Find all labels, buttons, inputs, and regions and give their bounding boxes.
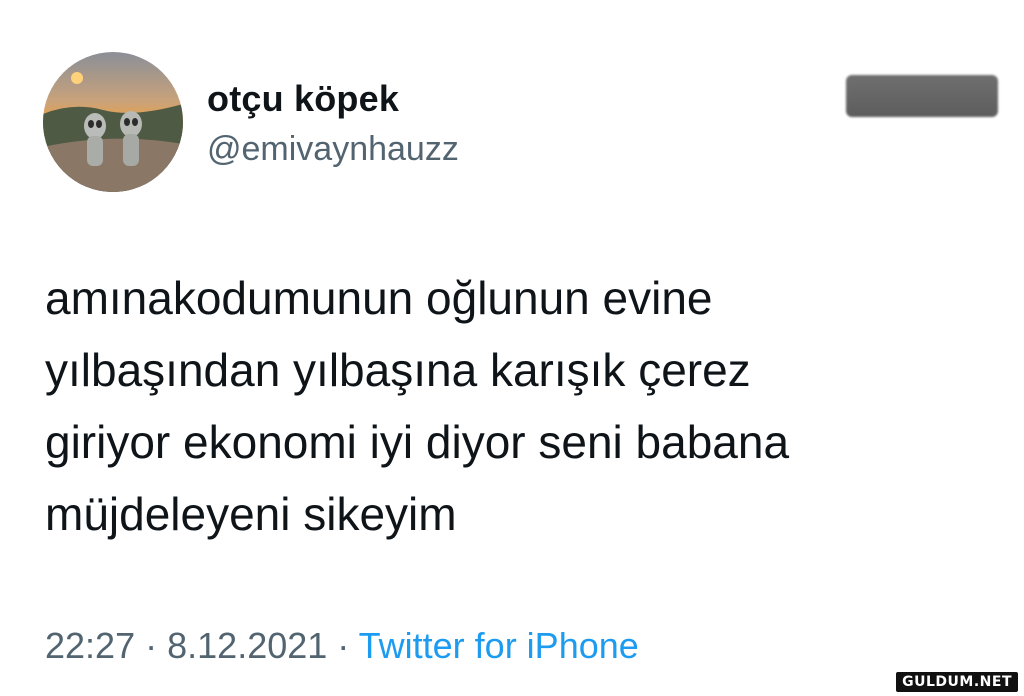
avatar-image (43, 52, 183, 192)
tweet-time[interactable]: 22:27 (45, 625, 135, 666)
tweet-date[interactable]: 8.12.2021 (167, 625, 327, 666)
user-handle[interactable]: @emivaynhauzz (207, 130, 459, 169)
tweet-meta: 22:27 · 8.12.2021 · Twitter for iPhone (45, 625, 639, 667)
follow-button-redacted[interactable] (846, 75, 998, 117)
tweet-line: müjdeleyeni sikeyim (45, 488, 457, 540)
tweet-line: yılbaşından yılbaşına karışık çerez (45, 344, 751, 396)
display-name[interactable]: otçu köpek (207, 78, 399, 120)
tweet-line: giriyor ekonomi iyi diyor seni babana (45, 416, 790, 468)
meta-separator: · (145, 625, 158, 666)
avatar[interactable] (43, 52, 183, 192)
meta-separator: · (337, 625, 350, 666)
tweet-line: amınakodumunun oğlunun evine (45, 272, 713, 324)
watermark: GULDUM.NET (896, 672, 1018, 692)
tweet-text: amınakodumunun oğlunun evine yılbaşından… (45, 262, 995, 550)
tweet-source-link[interactable]: Twitter for iPhone (359, 625, 639, 666)
